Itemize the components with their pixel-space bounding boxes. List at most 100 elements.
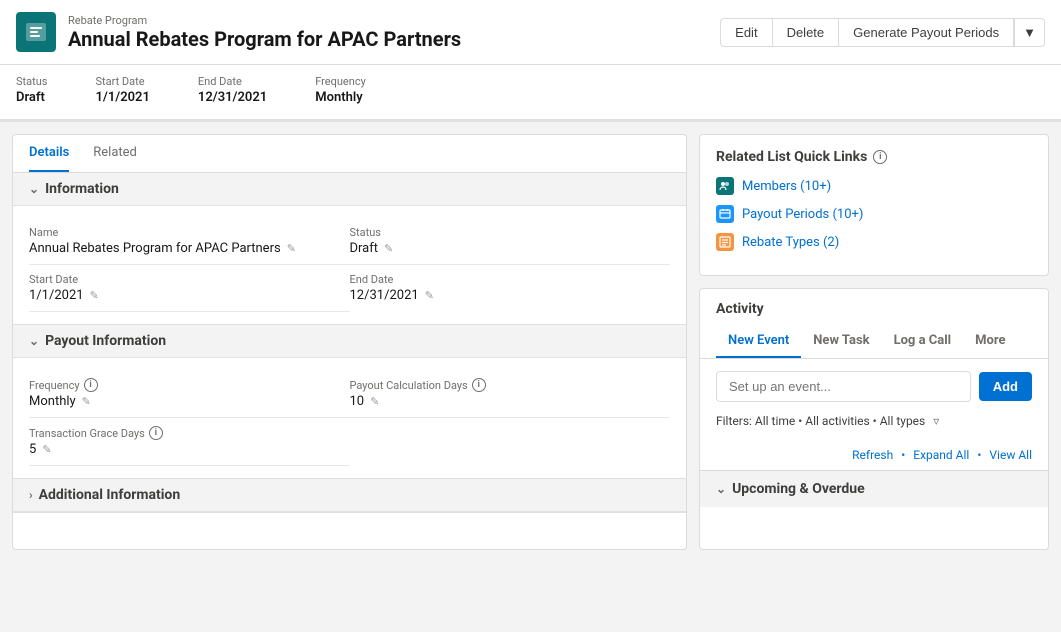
- status-meta-label: Status: [16, 75, 47, 88]
- edit-button[interactable]: Edit: [720, 18, 771, 47]
- end-date-edit-icon[interactable]: ✎: [425, 289, 434, 302]
- start-date-meta: Start Date 1/1/2021: [95, 75, 149, 105]
- frequency-field: Frequency i Monthly ✎: [29, 370, 350, 418]
- upcoming-section-title: Upcoming & Overdue: [732, 481, 865, 497]
- information-section-header[interactable]: ⌄ Information: [13, 173, 686, 206]
- start-date-value: 1/1/2021 ✎: [29, 288, 350, 303]
- payout-calc-label: Payout Calculation Days i: [350, 378, 671, 392]
- filters-row: Filters: All time • All activities • All…: [716, 414, 1032, 428]
- tab-details[interactable]: Details: [29, 135, 69, 172]
- add-event-button[interactable]: Add: [979, 372, 1032, 401]
- rebate-types-quick-link[interactable]: Rebate Types (2): [716, 233, 1032, 251]
- quick-links-info-icon: i: [873, 150, 887, 164]
- header-text: Rebate Program Annual Rebates Program fo…: [68, 14, 461, 51]
- details-panel: Details Related ⌄ Information Name Annua…: [12, 134, 687, 550]
- additional-section: › Additional Information: [13, 479, 686, 513]
- start-date-meta-label: Start Date: [95, 75, 149, 88]
- additional-section-title: Additional Information: [39, 487, 181, 503]
- refresh-link[interactable]: Refresh: [852, 448, 893, 462]
- rebate-types-link-icon: [716, 233, 734, 251]
- information-section-title: Information: [45, 181, 119, 197]
- right-panel: Related List Quick Links i Members (10+)…: [699, 134, 1049, 550]
- payout-chevron-icon: ⌄: [29, 334, 39, 348]
- end-date-meta-value: 12/31/2021: [198, 90, 267, 105]
- information-fields: Name Annual Rebates Program for APAC Par…: [13, 206, 686, 324]
- end-date-meta: End Date 12/31/2021: [198, 75, 267, 105]
- frequency-info-icon: i: [84, 378, 98, 392]
- frequency-meta: Frequency Monthly: [315, 75, 366, 105]
- activity-tab-new-task[interactable]: New Task: [801, 325, 881, 358]
- additional-section-header[interactable]: › Additional Information: [13, 479, 686, 512]
- payout-calc-info-icon: i: [472, 378, 486, 392]
- upcoming-overdue-section[interactable]: ⌄ Upcoming & Overdue: [700, 470, 1048, 507]
- end-date-meta-label: End Date: [198, 75, 267, 88]
- activity-actions: Refresh • Expand All • View All: [700, 440, 1048, 470]
- payout-fields: Frequency i Monthly ✎ Payout Calculation…: [13, 358, 686, 478]
- event-input[interactable]: [716, 371, 971, 402]
- grace-days-edit-icon[interactable]: ✎: [42, 443, 51, 456]
- end-date-value: 12/31/2021 ✎: [350, 288, 671, 303]
- activity-title: Activity: [716, 301, 1032, 317]
- activity-body: Add Filters: All time • All activities •…: [700, 359, 1048, 440]
- status-field: Status Draft ✎: [350, 218, 671, 265]
- event-input-row: Add: [716, 371, 1032, 402]
- grace-days-label: Transaction Grace Days i: [29, 426, 350, 440]
- name-field: Name Annual Rebates Program for APAC Par…: [29, 218, 350, 265]
- quick-links-title: Related List Quick Links i: [716, 149, 1032, 165]
- start-date-edit-icon[interactable]: ✎: [90, 289, 99, 302]
- frequency-value: Monthly ✎: [29, 394, 350, 409]
- payout-calc-field: Payout Calculation Days i 10 ✎: [350, 370, 671, 418]
- payout-calc-value: 10 ✎: [350, 394, 671, 409]
- quick-links-card: Related List Quick Links i Members (10+)…: [699, 134, 1049, 276]
- payout-periods-quick-link[interactable]: Payout Periods (10+): [716, 205, 1032, 223]
- expand-all-link[interactable]: Expand All: [913, 448, 969, 462]
- payout-spacer: [350, 418, 671, 466]
- delete-button[interactable]: Delete: [772, 18, 839, 47]
- payout-section-header[interactable]: ⌄ Payout Information: [13, 325, 686, 358]
- payout-calc-edit-icon[interactable]: ✎: [370, 395, 379, 408]
- frequency-meta-value: Monthly: [315, 90, 366, 105]
- information-section: ⌄ Information Name Annual Rebates Progra…: [13, 173, 686, 325]
- grace-days-value: 5 ✎: [29, 442, 350, 457]
- view-all-link[interactable]: View All: [989, 448, 1032, 462]
- members-link-icon: [716, 177, 734, 195]
- header-actions: Edit Delete Generate Payout Periods ▼: [720, 18, 1045, 47]
- start-date-field: Start Date 1/1/2021 ✎: [29, 265, 350, 312]
- generate-payout-periods-button[interactable]: Generate Payout Periods: [838, 18, 1014, 47]
- end-date-field: End Date 12/31/2021 ✎: [350, 265, 671, 312]
- members-quick-link[interactable]: Members (10+): [716, 177, 1032, 195]
- frequency-label: Frequency i: [29, 378, 350, 392]
- activity-header: Activity New Event New Task Log a Call M…: [700, 289, 1048, 359]
- start-date-meta-value: 1/1/2021: [95, 90, 149, 105]
- activity-tab-more[interactable]: More: [963, 325, 1017, 358]
- name-edit-icon[interactable]: ✎: [287, 242, 296, 255]
- record-type-label: Rebate Program: [68, 14, 461, 27]
- status-value: Draft ✎: [350, 241, 671, 256]
- name-label: Name: [29, 226, 350, 239]
- filter-funnel-icon[interactable]: ▿: [933, 414, 939, 428]
- status-meta-value: Draft: [16, 90, 47, 105]
- frequency-edit-icon[interactable]: ✎: [82, 395, 91, 408]
- information-chevron-icon: ⌄: [29, 182, 39, 196]
- upcoming-chevron-icon: ⌄: [716, 482, 726, 496]
- name-value: Annual Rebates Program for APAC Partners…: [29, 241, 350, 256]
- start-date-label: Start Date: [29, 273, 350, 286]
- activity-tab-new-event[interactable]: New Event: [716, 325, 801, 358]
- page-header: Rebate Program Annual Rebates Program fo…: [0, 0, 1061, 65]
- metadata-bar: Status Draft Start Date 1/1/2021 End Dat…: [0, 65, 1061, 122]
- end-date-label: End Date: [350, 273, 671, 286]
- status-meta: Status Draft: [16, 75, 47, 105]
- tab-related[interactable]: Related: [93, 135, 137, 172]
- grace-days-info-icon: i: [149, 426, 163, 440]
- payout-section: ⌄ Payout Information Frequency i Monthly…: [13, 325, 686, 479]
- grace-days-field: Transaction Grace Days i 5 ✎: [29, 418, 350, 466]
- activity-card: Activity New Event New Task Log a Call M…: [699, 288, 1049, 550]
- main-layout: Details Related ⌄ Information Name Annua…: [0, 122, 1061, 562]
- status-label: Status: [350, 226, 671, 239]
- more-actions-dropdown[interactable]: ▼: [1014, 18, 1045, 47]
- status-edit-icon[interactable]: ✎: [384, 242, 393, 255]
- frequency-meta-label: Frequency: [315, 75, 366, 88]
- rebate-program-icon: [16, 12, 56, 52]
- detail-tabs: Details Related: [13, 135, 686, 173]
- activity-tab-log-call[interactable]: Log a Call: [882, 325, 964, 358]
